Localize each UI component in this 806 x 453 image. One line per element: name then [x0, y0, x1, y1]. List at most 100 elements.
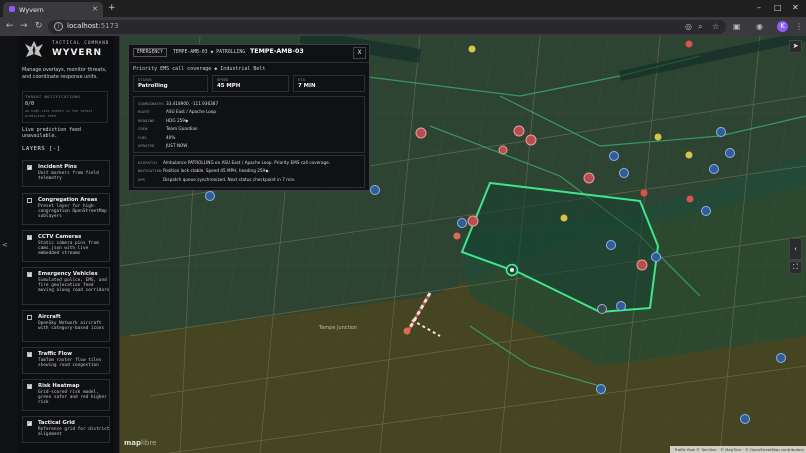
cctv-marker[interactable] — [651, 252, 661, 262]
layer-name: Traffic Flow — [38, 351, 73, 357]
layer-risk-heatmap[interactable]: ✓ Risk Heatmap Grid-scored risk model, g… — [22, 379, 110, 411]
incident-marker[interactable] — [467, 215, 479, 227]
close-tab-icon[interactable]: ✕ — [92, 5, 98, 13]
forward-icon[interactable]: → — [20, 21, 28, 31]
cctv-marker[interactable] — [597, 304, 607, 314]
cctv-marker[interactable] — [619, 168, 629, 178]
reload-icon[interactable]: ↻ — [35, 21, 43, 31]
cctv-marker[interactable] — [709, 164, 719, 174]
layer-congregation-areas[interactable]: Congregation Areas Preset layer for high… — [22, 193, 110, 225]
zoom-icon[interactable]: ⌕ — [698, 22, 702, 32]
layer-checkbox[interactable]: ✓ — [27, 272, 32, 277]
layer-traffic-flow[interactable]: ✓ Traffic Flow TomTom raster flow tiles … — [22, 347, 110, 374]
back-icon[interactable]: ← — [6, 21, 14, 31]
layer-name: Tactical Grid — [38, 420, 75, 426]
address-bar[interactable]: i localhost:5173 — [48, 20, 726, 34]
warning-dot[interactable] — [685, 151, 693, 159]
kebab-menu-icon[interactable]: ⋮ — [795, 22, 803, 31]
cctv-marker[interactable] — [596, 384, 606, 394]
minimize-icon[interactable]: – — [757, 3, 761, 12]
close-popup-button[interactable]: X — [353, 47, 366, 59]
avatar[interactable]: K — [777, 21, 788, 32]
layer-checkbox[interactable]: ✓ — [27, 235, 32, 240]
extensions-icon[interactable]: ▣ — [733, 22, 741, 31]
incident-marker[interactable] — [415, 127, 427, 139]
alert-dot[interactable] — [685, 40, 693, 48]
log-row: DISPATCH Ambulance PATROLLING on ASU East… — [138, 160, 331, 165]
cctv-marker[interactable] — [370, 185, 380, 195]
layer-name: CCTV Cameras — [38, 234, 82, 240]
cctv-marker[interactable] — [457, 218, 467, 228]
layer-description: Grid-scored risk model, green safer and … — [38, 390, 107, 406]
close-window-icon[interactable]: ✕ — [792, 3, 799, 12]
layer-emergency-vehicles[interactable]: ✓ Emergency Vehicles Simulated police, E… — [22, 267, 110, 305]
layer-description: Unit markers from field telemetry — [38, 171, 99, 182]
layer-incident-pins[interactable]: ✓ Incident Pins Unit markers from field … — [22, 160, 110, 187]
detail-row: UPDATED JUST NOW — [138, 143, 188, 149]
warning-dot[interactable] — [468, 45, 476, 53]
map-attribution[interactable]: Traffic flow © TomTom · © MapTiler · © O… — [670, 446, 806, 453]
stat-value: 45 MPH — [217, 83, 241, 89]
site-info-icon[interactable]: i — [54, 22, 63, 31]
stat-value: 7 MIN — [298, 83, 316, 89]
compass-button[interactable]: ➤ — [789, 40, 802, 53]
maximize-icon[interactable]: □ — [774, 3, 782, 12]
incident-marker[interactable] — [636, 259, 648, 271]
layer-cctv-cameras[interactable]: ✓ CCTV Cameras Static camera pins from c… — [22, 230, 110, 262]
place-label: Tempe Junction — [319, 325, 358, 331]
expand-panel-button[interactable]: ‹ — [789, 238, 802, 260]
layer-description: Reference grid for district alignment — [38, 427, 110, 438]
new-tab-icon[interactable]: + — [108, 3, 116, 13]
log-row: OPS Dispatch queue synchronized. Next sta… — [138, 176, 296, 182]
threat-notifications: THREAT NOTIFICATIONS 0/0 no high-risk ev… — [22, 91, 108, 123]
callsign-small: TEMPE-AMB-03 — [172, 50, 208, 55]
cctv-marker[interactable] — [776, 353, 786, 363]
cctv-marker[interactable] — [740, 414, 750, 424]
warning-dot[interactable] — [654, 133, 662, 141]
incident-marker[interactable] — [498, 145, 508, 155]
cctv-marker[interactable] — [606, 240, 616, 250]
layer-checkbox[interactable] — [27, 198, 32, 203]
layer-aircraft[interactable]: Aircraft OpenSky Network aircraft with c… — [22, 310, 110, 342]
cctv-marker[interactable] — [716, 127, 726, 137]
warning-dot[interactable] — [560, 214, 568, 222]
cctv-marker[interactable] — [616, 301, 626, 311]
incident-marker[interactable] — [513, 125, 525, 137]
layer-checkbox[interactable]: ✓ — [27, 421, 32, 426]
detail-row: FUEL 40% — [138, 134, 176, 140]
tactical-map[interactable] — [0, 36, 806, 453]
stat-eta: ETA 7 MIN — [293, 75, 365, 92]
bookmark-star-icon[interactable]: ☆ — [712, 22, 719, 31]
vehicle-logs: DISPATCH Ambulance PATROLLING on ASU East… — [133, 155, 365, 188]
cctv-marker[interactable] — [725, 148, 735, 158]
cctv-marker[interactable] — [205, 191, 215, 201]
selected-ambulance-marker[interactable] — [505, 263, 519, 277]
layers-heading[interactable]: LAYERS [-] — [22, 146, 61, 152]
layer-checkbox[interactable]: ✓ — [27, 384, 32, 389]
layer-description: OpenSky Network aircraft with category-b… — [38, 321, 105, 332]
incident-marker[interactable] — [525, 134, 537, 146]
layer-tactical-grid[interactable]: ✓ Tactical Grid Reference grid for distr… — [22, 416, 110, 443]
layer-checkbox[interactable]: ✓ — [27, 165, 32, 170]
alert-dot[interactable] — [403, 327, 411, 335]
alert-dot[interactable] — [640, 189, 648, 197]
incident-marker[interactable] — [583, 172, 595, 184]
profile-menu-icon[interactable]: ◉ — [756, 22, 763, 31]
sidebar-description: Manage overlays, monitor threats, and co… — [22, 67, 107, 80]
divider — [129, 62, 369, 63]
cctv-marker[interactable] — [701, 206, 711, 216]
eye-off-icon[interactable]: ◎ — [685, 22, 692, 31]
cctv-marker[interactable] — [609, 151, 619, 161]
alert-dot[interactable] — [453, 232, 461, 240]
threat-note: no high-risk events in the latest predic… — [25, 109, 93, 118]
collapse-sidebar-icon[interactable]: < — [2, 241, 8, 249]
layer-checkbox[interactable]: ✓ — [27, 352, 32, 357]
layer-name: Aircraft — [38, 314, 61, 320]
browser-tab[interactable]: Wyvern ✕ — [3, 2, 103, 17]
stat-value: Patrolling — [138, 83, 168, 89]
layer-checkbox[interactable] — [27, 315, 32, 320]
fullscreen-button[interactable]: ⛶ — [789, 261, 802, 274]
popup-subline: Priority EMS call coverage ◆ Industrial … — [133, 66, 266, 72]
alert-dot[interactable] — [686, 195, 694, 203]
stat-status: STATUS Patrolling — [133, 75, 208, 92]
